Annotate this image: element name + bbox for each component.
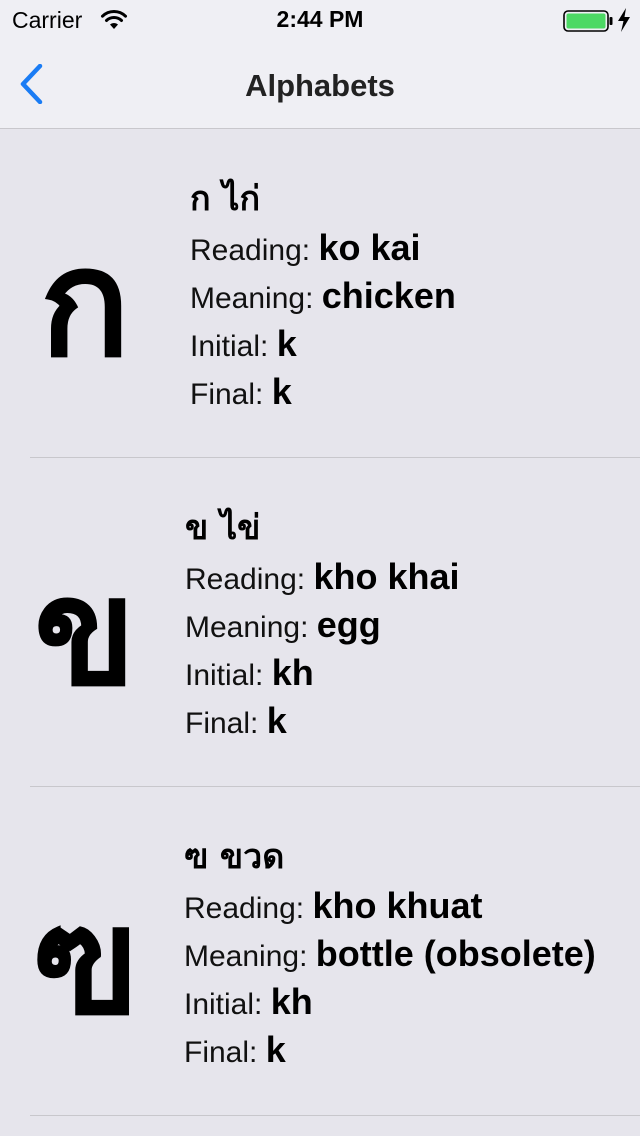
list-item[interactable]: ก ก ไก่ Reading: ko kai Meaning: chicken…: [0, 129, 640, 458]
letter-glyph: ฃ: [31, 875, 139, 1049]
final-value: k: [271, 371, 292, 412]
letter-details: ข ไข่ Reading: kho khai Meaning: egg Ini…: [185, 503, 459, 745]
list-item[interactable]: ข ข ไข่ Reading: kho khai Meaning: egg I…: [0, 458, 640, 787]
initial-label: Initial:: [184, 988, 263, 1021]
final-line: Final: k: [184, 1026, 596, 1074]
reading-value: ko kai: [318, 227, 421, 268]
initial-value: kh: [271, 652, 314, 693]
initial-line: Initial: k: [190, 320, 456, 368]
reading-label: Reading:: [185, 563, 306, 596]
thai-name: ก ไก่: [190, 179, 261, 219]
meaning-value: chicken: [321, 275, 456, 316]
meaning-label: Meaning:: [190, 282, 314, 315]
final-value: k: [266, 700, 287, 741]
initial-line: Initial: kh: [184, 978, 596, 1026]
meaning-value: egg: [316, 604, 381, 645]
letter-glyph: ก: [39, 217, 131, 391]
alphabet-list: ก ก ไก่ Reading: ko kai Meaning: chicken…: [0, 129, 640, 1116]
thai-name: ฃ ขวด: [184, 837, 285, 877]
navigation-bar: Alphabets: [0, 40, 640, 129]
letter-details: ก ไก่ Reading: ko kai Meaning: chicken I…: [190, 174, 456, 416]
letter-details: ฃ ขวด Reading: kho khuat Meaning: bottle…: [184, 832, 596, 1074]
meaning-label: Meaning:: [184, 940, 308, 973]
reading-value: kho khuat: [312, 885, 483, 926]
initial-value: kh: [270, 981, 313, 1022]
reading-label: Reading:: [190, 234, 311, 267]
final-value: k: [265, 1029, 286, 1070]
status-time: 2:44 PM: [276, 6, 364, 32]
meaning-value: bottle (obsolete): [315, 933, 596, 974]
final-line: Final: k: [190, 368, 456, 416]
reading-line: Reading: kho khai: [185, 553, 459, 601]
battery-icon: [563, 10, 613, 32]
meaning-label: Meaning:: [185, 611, 309, 644]
list-item[interactable]: ฃ ฃ ขวด Reading: kho khuat Meaning: bott…: [0, 787, 640, 1116]
reading-value: kho khai: [313, 556, 460, 597]
initial-value: k: [276, 323, 297, 364]
reading-line: Reading: ko kai: [190, 224, 456, 272]
thai-name: ข ไข่: [185, 508, 261, 548]
reading-label: Reading:: [184, 892, 305, 925]
reading-line: Reading: kho khuat: [184, 882, 596, 930]
initial-label: Initial:: [190, 330, 269, 363]
page-title: Alphabets: [245, 68, 395, 103]
initial-line: Initial: kh: [185, 649, 459, 697]
status-bar: Carrier 2:44 PM: [0, 0, 640, 40]
initial-label: Initial:: [185, 659, 264, 692]
final-label: Final:: [184, 1036, 258, 1069]
final-line: Final: k: [185, 697, 459, 745]
meaning-line: Meaning: chicken: [190, 272, 456, 320]
charging-bolt-icon: [618, 8, 630, 32]
row-divider: [30, 1115, 640, 1116]
final-label: Final:: [185, 707, 259, 740]
final-label: Final:: [190, 378, 264, 411]
meaning-line: Meaning: egg: [185, 601, 459, 649]
meaning-line: Meaning: bottle (obsolete): [184, 930, 596, 978]
letter-glyph: ข: [33, 546, 137, 720]
